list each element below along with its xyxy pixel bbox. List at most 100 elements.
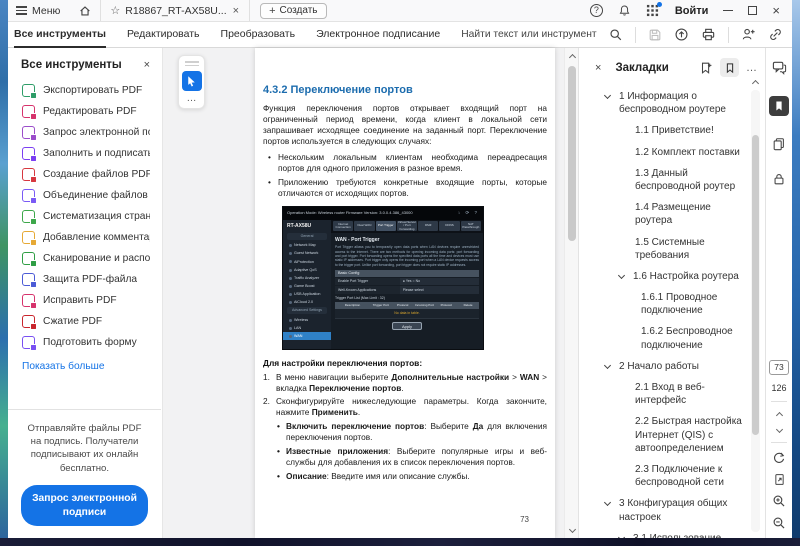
more-tools-button[interactable]: … xyxy=(187,94,197,105)
bookmark-item[interactable]: 1.6.2 Беспроводное подключение xyxy=(579,325,749,351)
minimize-button[interactable] xyxy=(723,9,734,12)
bullet-item: • Приложению требуются конкретные входящи… xyxy=(268,176,547,198)
close-tab-icon[interactable]: × xyxy=(232,5,240,17)
comments-icon[interactable] xyxy=(772,60,787,75)
lock-icon[interactable] xyxy=(772,172,786,186)
scan-ocr-icon xyxy=(22,252,37,267)
bookmark-item[interactable]: 3 Конфигурация общих настроек xyxy=(579,497,749,523)
select-tool-button[interactable] xyxy=(181,71,202,91)
scrollbar-thumb[interactable] xyxy=(752,135,759,435)
main-toolbar: Все инструменты Редактировать Преобразов… xyxy=(8,22,792,48)
drag-handle[interactable] xyxy=(184,61,199,66)
search-icon[interactable] xyxy=(609,28,623,42)
tool-item-request-esign[interactable]: Запрос электронной подпи... xyxy=(8,122,162,143)
bookmarks-scrollbar[interactable] xyxy=(751,90,760,532)
desktop-background-left xyxy=(0,0,8,546)
star-icon[interactable]: ☆ xyxy=(110,4,120,17)
tool-item-fill-sign[interactable]: Заполнить и подписать xyxy=(8,143,162,164)
tool-item-prepare-form[interactable]: Подготовить форму xyxy=(8,332,162,353)
tool-item-compress-pdf[interactable]: Сжатие PDF xyxy=(8,311,162,332)
add-user-icon[interactable] xyxy=(741,27,756,42)
tab-all-tools[interactable]: Все инструменты xyxy=(14,22,106,48)
bookmark-icon xyxy=(776,101,782,111)
close-tools-panel-icon[interactable]: × xyxy=(144,59,150,71)
maximize-button[interactable] xyxy=(748,6,758,15)
save-icon[interactable] xyxy=(648,28,662,42)
prepare-form-icon xyxy=(22,336,37,351)
chevron-down-icon[interactable] xyxy=(603,499,612,508)
tool-item-export-pdf[interactable]: Экспортировать PDF xyxy=(8,80,162,101)
page-footer-number: 73 xyxy=(520,515,529,524)
request-esign-button[interactable]: Запрос электронной подписи xyxy=(21,485,148,526)
notifications-bell-icon[interactable] xyxy=(618,4,631,17)
bookmark-item[interactable]: 1.6.1 Проводное подключение xyxy=(579,291,749,317)
bookmark-item[interactable]: 1 Информация о беспроводном роутере xyxy=(579,90,749,116)
share-upload-icon[interactable] xyxy=(674,27,689,42)
tool-item-organize-pages[interactable]: Систематизация страниц xyxy=(8,206,162,227)
bookmark-item[interactable]: 1.2 Комплект поставки xyxy=(579,146,749,159)
bookmarks-more-icon[interactable]: … xyxy=(746,62,757,73)
close-window-button[interactable]: × xyxy=(772,4,780,17)
bookmarks-rail-button[interactable] xyxy=(769,96,789,116)
print-icon[interactable] xyxy=(701,27,716,42)
chevron-down-icon[interactable] xyxy=(603,362,612,371)
document-scrollbar[interactable] xyxy=(564,48,578,538)
show-more-link[interactable]: Показать больше xyxy=(8,353,162,380)
chevron-down-icon[interactable] xyxy=(617,272,626,281)
scroll-down-icon[interactable] xyxy=(568,526,576,534)
bookmark-icon xyxy=(726,62,733,73)
bookmark-item[interactable]: 2.2 Быстрая настройка Интернет (QIS) с а… xyxy=(579,415,749,455)
chevron-down-icon[interactable] xyxy=(603,92,612,101)
tool-item-repair-pdf[interactable]: Исправить PDF xyxy=(8,290,162,311)
tab-edit[interactable]: Редактировать xyxy=(127,22,200,48)
router-topbar: Operation Mode: Wireless router Firmware… xyxy=(283,206,483,220)
tools-panel-header: Все инструменты × xyxy=(8,48,162,80)
scroll-up-icon[interactable] xyxy=(751,78,759,86)
router-logo: RT-AX58U xyxy=(287,222,312,229)
bookmark-item[interactable]: 2 Начало работы xyxy=(579,360,749,373)
bookmark-item[interactable]: 1.4 Размещение роутера xyxy=(579,201,749,227)
menu-button[interactable]: Меню xyxy=(8,0,70,21)
scrollbar-thumb[interactable] xyxy=(568,66,576,241)
bookmarks-view-toggle[interactable] xyxy=(720,58,739,77)
section-heading: 4.3.2 Переключение портов xyxy=(263,84,413,96)
create-button[interactable]: + Создать xyxy=(260,2,327,19)
bookmark-item[interactable]: 2.3 Подключение к беспроводной сети xyxy=(579,463,749,489)
previous-page-icon[interactable] xyxy=(775,410,783,418)
document-tab[interactable]: ☆ R18867_RT-AX58U... × xyxy=(100,0,251,21)
link-icon[interactable] xyxy=(768,27,783,42)
sign-in-button[interactable]: Войти xyxy=(675,5,709,17)
pages-icon[interactable] xyxy=(772,137,786,151)
tool-item-combine-files[interactable]: Объединение файлов xyxy=(8,185,162,206)
tool-item-protect-pdf[interactable]: Защита PDF-файла xyxy=(8,269,162,290)
bookmark-item[interactable]: 1.3 Данный беспроводной роутер xyxy=(579,167,749,193)
bookmark-item[interactable]: 1.1 Приветствие! xyxy=(579,124,749,137)
substep-item: • Включить переключение портов: Выберите … xyxy=(277,421,547,443)
apps-grid-icon[interactable] xyxy=(646,1,662,18)
home-button[interactable] xyxy=(70,0,100,21)
windows-taskbar[interactable] xyxy=(0,538,800,546)
step-2: 2. Сконфигурируйте нижеследующие парамет… xyxy=(263,396,547,418)
bookmark-item[interactable]: 1.5 Системные требования xyxy=(579,236,749,262)
scroll-up-icon[interactable] xyxy=(568,52,576,60)
next-page-icon[interactable] xyxy=(775,426,783,434)
search-input[interactable]: Найти текст или инструмент xyxy=(461,29,596,40)
tool-item-create-pdf[interactable]: Создание файлов PDF xyxy=(8,164,162,185)
fit-page-icon[interactable] xyxy=(773,473,786,486)
zoom-out-icon[interactable] xyxy=(772,516,786,530)
tab-convert[interactable]: Преобразовать xyxy=(221,22,296,48)
help-icon[interactable]: ? xyxy=(589,4,603,17)
tool-item-add-comments[interactable]: Добавление комментариев xyxy=(8,227,162,248)
page-number-input[interactable]: 73 xyxy=(769,360,789,375)
tool-item-edit-pdf[interactable]: Редактировать PDF xyxy=(8,101,162,122)
bookmark-item[interactable]: 2.1 Вход в веб-интерфейс xyxy=(579,381,749,407)
rotate-icon[interactable] xyxy=(772,451,786,465)
bookmark-item[interactable]: 1.6 Настройка роутера xyxy=(579,270,749,283)
tool-item-scan-ocr[interactable]: Сканирование и распознав... xyxy=(8,248,162,269)
add-bookmark-icon[interactable] xyxy=(699,61,713,75)
divider xyxy=(634,26,636,43)
close-bookmarks-icon[interactable]: × xyxy=(595,62,601,74)
tools-panel-title: Все инструменты xyxy=(21,59,122,71)
tab-esign[interactable]: Электронное подписание xyxy=(316,22,440,48)
zoom-in-icon[interactable] xyxy=(772,494,786,508)
